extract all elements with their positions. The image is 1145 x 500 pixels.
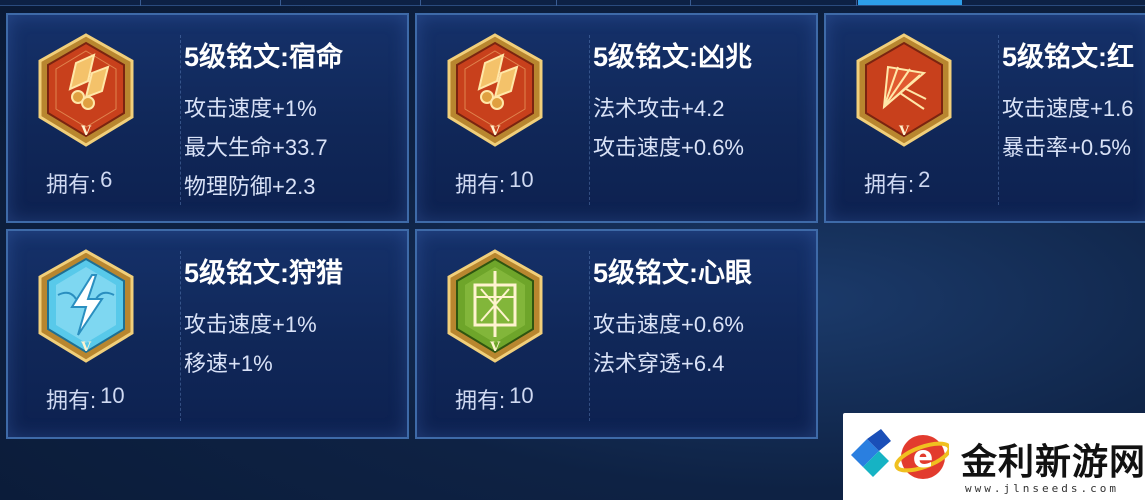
crystal-rune-icon: V (445, 33, 545, 149)
rune-title: 5级铭文:狩猎 (184, 258, 344, 288)
rune-title: 5级铭文:凶兆 (593, 42, 753, 72)
rune-stat: 法术攻击+4.2 (593, 96, 725, 121)
owned-label: 拥有: (864, 172, 915, 197)
rune-stat: 攻击速度+1% (184, 96, 317, 121)
rune-title: 5级铭文:宿命 (184, 42, 344, 72)
rune-stat: 物理防御+2.3 (184, 174, 316, 199)
lightning-rune-icon: V (36, 249, 136, 365)
site-name: 金利新游网 (961, 441, 1145, 483)
owned-label: 拥有: (46, 172, 97, 197)
rune-card[interactable]: V 拥有: 10 5级铭文:狩猎 攻击速度+1% 移速+1% (6, 229, 409, 439)
tab-separator (690, 0, 691, 6)
active-tab-indicator[interactable] (858, 0, 962, 5)
rune-stat: 攻击速度+1.6 (1002, 96, 1134, 121)
owned-count-row: 拥有: 10 (455, 383, 534, 415)
card-divider (180, 35, 181, 205)
owned-label: 拥有: (46, 388, 97, 413)
owned-count: 10 (509, 383, 534, 408)
tier-label: V (80, 124, 92, 139)
owned-label: 拥有: (455, 172, 506, 197)
rune-stat: 攻击速度+1% (184, 312, 317, 337)
tab-separator (140, 0, 141, 6)
rune-stat: 最大生命+33.7 (184, 135, 328, 160)
tier-label: V (898, 124, 910, 139)
rune-card[interactable]: V 拥有: 10 5级铭文:心眼 攻击速度+0.6% 法术穿透+6.4 (415, 229, 818, 439)
card-divider (180, 251, 181, 421)
owned-count: 10 (509, 167, 534, 192)
rune-stat: 攻击速度+0.6% (593, 312, 744, 337)
fan-rune-icon: V (854, 33, 954, 149)
rune-stats: 攻击速度+0.6% 法术穿透+6.4 (593, 305, 744, 383)
rune-stat: 移速+1% (184, 351, 273, 376)
card-divider (998, 35, 999, 205)
rune-title: 5级铭文:红 (1002, 42, 1135, 72)
rune-card[interactable]: V 拥有: 6 5级铭文:宿命 攻击速度+1% 最大生命+33.7 物理防御+2.… (6, 13, 409, 223)
rune-stats: 攻击速度+1% 最大生命+33.7 物理防御+2.3 (184, 89, 328, 206)
eye-rune-icon: V (445, 249, 545, 365)
rune-stats: 攻击速度+1.6 暴击率+0.5% (1002, 89, 1133, 167)
crystal-rune-icon: V (36, 33, 136, 149)
tab-strip (0, 0, 1145, 6)
tab-separator (420, 0, 421, 6)
tab-separator (280, 0, 281, 6)
owned-count: 2 (918, 167, 931, 192)
tier-label: V (489, 124, 501, 139)
svg-text:e: e (913, 440, 933, 475)
tier-label: V (489, 340, 501, 355)
site-url: www.jlnseeds.com (965, 482, 1119, 495)
rune-stat: 暴击率+0.5% (1002, 135, 1131, 160)
card-divider (589, 251, 590, 421)
owned-count-row: 拥有: 6 (46, 167, 112, 199)
owned-count-row: 拥有: 10 (46, 383, 125, 415)
rune-stats: 法术攻击+4.2 攻击速度+0.6% (593, 89, 744, 167)
card-divider (589, 35, 590, 205)
rune-card[interactable]: V 拥有: 2 5级铭文:红 攻击速度+1.6 暴击率+0.5% (824, 13, 1145, 223)
tab-separator (856, 0, 857, 6)
tier-label: V (80, 340, 92, 355)
owned-count: 6 (100, 167, 113, 192)
rune-card[interactable]: V 拥有: 10 5级铭文:凶兆 法术攻击+4.2 攻击速度+0.6% (415, 13, 818, 223)
site-logo-icon: e (849, 425, 952, 485)
owned-label: 拥有: (455, 388, 506, 413)
tab-separator (556, 0, 557, 6)
owned-count-row: 拥有: 2 (864, 167, 930, 199)
rune-stat: 攻击速度+0.6% (593, 135, 744, 160)
rune-title: 5级铭文:心眼 (593, 258, 753, 288)
rune-stats: 攻击速度+1% 移速+1% (184, 305, 317, 383)
rune-stat: 法术穿透+6.4 (593, 351, 725, 376)
site-watermark: e 金利新游网 www.jlnseeds.com (843, 413, 1145, 500)
owned-count-row: 拥有: 10 (455, 167, 534, 199)
owned-count: 10 (100, 383, 125, 408)
